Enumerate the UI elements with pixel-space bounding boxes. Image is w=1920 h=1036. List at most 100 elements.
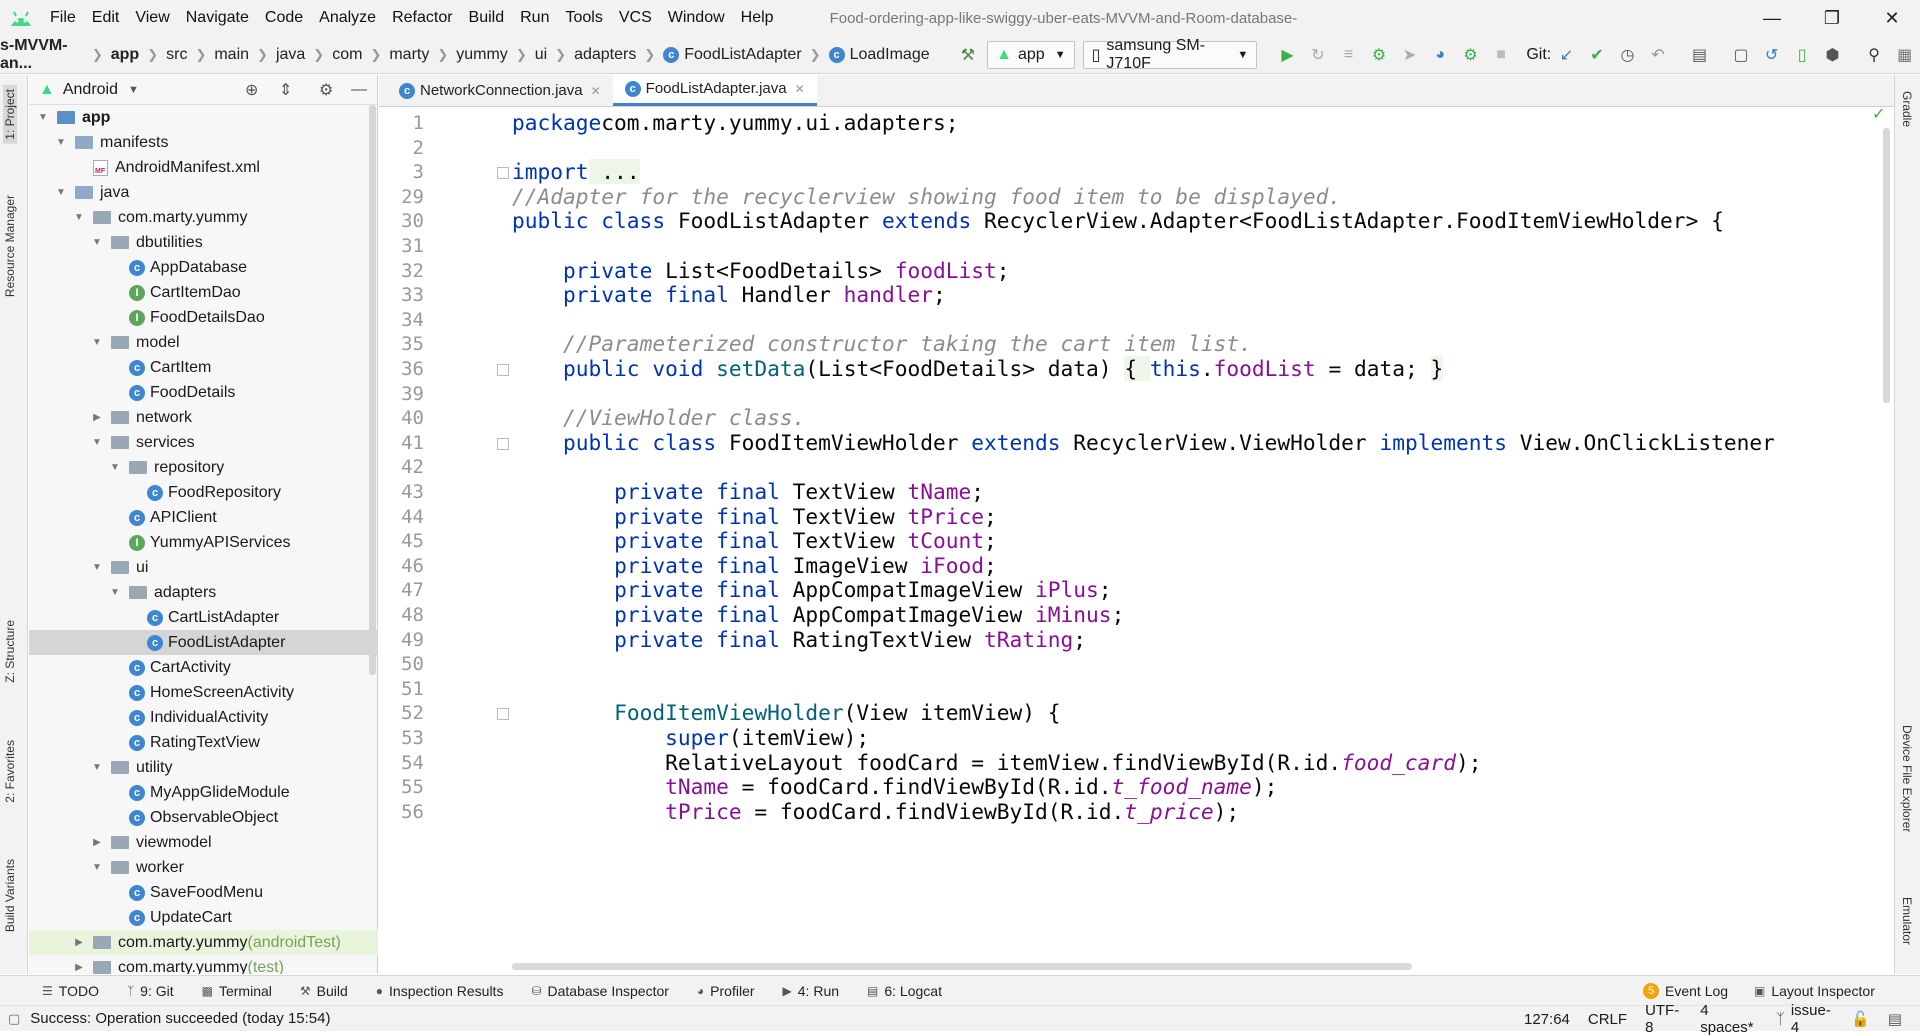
git-history-icon[interactable]: ◷ bbox=[1615, 41, 1640, 69]
breadcrumb-project[interactable]: s-MVVM-an... ❯ bbox=[0, 37, 111, 73]
breadcrumb-ui[interactable]: ui ❯ bbox=[535, 46, 574, 64]
tree-item[interactable]: c CartItem bbox=[29, 355, 378, 380]
collapse-arrow-icon[interactable]: ▶ bbox=[91, 837, 103, 848]
collapse-arrow-icon[interactable]: ▶ bbox=[73, 962, 85, 973]
expand-arrow-icon[interactable]: ▼ bbox=[91, 762, 103, 773]
breadcrumb-com[interactable]: com ❯ bbox=[332, 46, 389, 64]
tool-profiler[interactable]: ◕ Profiler bbox=[697, 983, 755, 999]
menu-run[interactable]: Run bbox=[520, 9, 549, 27]
expand-arrow-icon[interactable]: ▼ bbox=[109, 587, 121, 598]
tree-item[interactable]: c FoodDetails bbox=[29, 380, 378, 405]
expand-arrow-icon[interactable]: ▼ bbox=[37, 112, 49, 123]
tree-item[interactable]: ▶ com.marty.yummy (test) bbox=[29, 955, 378, 974]
breadcrumb-main[interactable]: main ❯ bbox=[214, 46, 276, 64]
tool-logcat[interactable]: ▤ 6: Logcat bbox=[867, 983, 942, 999]
attach-debugger-icon[interactable]: ➤ bbox=[1397, 41, 1422, 69]
minimize-icon[interactable]: — bbox=[1742, 0, 1802, 36]
tree-item[interactable]: ▼ dbutilities bbox=[29, 230, 378, 255]
tree-item[interactable]: ▼ worker bbox=[29, 855, 378, 880]
tree-item[interactable]: ▶ viewmodel bbox=[29, 830, 378, 855]
git-rollback-icon[interactable]: ↶ bbox=[1646, 41, 1671, 69]
tree-item[interactable]: ▼ ui bbox=[29, 555, 378, 580]
tab-emulator[interactable]: Emulator bbox=[1900, 897, 1914, 945]
menu-file[interactable]: File bbox=[50, 9, 76, 27]
breadcrumb-adapters[interactable]: adapters ❯ bbox=[574, 46, 663, 64]
breadcrumb-loadimage[interactable]: c LoadImage bbox=[828, 46, 930, 64]
expand-arrow-icon[interactable]: ▼ bbox=[91, 337, 103, 348]
expand-arrow-icon[interactable]: ▼ bbox=[55, 187, 67, 198]
tool-layout-inspector[interactable]: ▣ Layout Inspector bbox=[1754, 983, 1875, 999]
make-project-hammer-icon[interactable]: ⚒ bbox=[956, 41, 981, 69]
restore-icon[interactable]: ❐ bbox=[1802, 0, 1862, 36]
breadcrumb-yummy[interactable]: yummy ❯ bbox=[456, 46, 534, 64]
expand-arrow-icon[interactable]: ▼ bbox=[91, 237, 103, 248]
tool-event-log[interactable]: 5 Event Log bbox=[1643, 982, 1728, 999]
expand-arrow-icon[interactable]: ▼ bbox=[91, 862, 103, 873]
tab-networkconnection-java[interactable]: c NetworkConnection.java ✕ bbox=[387, 75, 613, 106]
tab-structure[interactable]: Z: Structure bbox=[3, 620, 17, 683]
menu-tools[interactable]: Tools bbox=[565, 9, 602, 27]
tree-item[interactable]: ▼ adapters bbox=[29, 580, 378, 605]
tree-item[interactable]: c IndividualActivity bbox=[29, 705, 378, 730]
memory-indicator-icon[interactable]: ▤ bbox=[1888, 1010, 1902, 1028]
tree-item[interactable]: c CartListAdapter bbox=[29, 605, 378, 630]
breadcrumb-java[interactable]: java ❯ bbox=[276, 46, 332, 64]
project-view-mode-select[interactable]: Android bbox=[63, 81, 118, 99]
tool-inspection-results[interactable]: ● Inspection Results bbox=[376, 983, 504, 999]
breadcrumb-src[interactable]: src ❯ bbox=[166, 46, 214, 64]
tab-resource-manager[interactable]: Resource Manager bbox=[3, 195, 17, 297]
menu-build[interactable]: Build bbox=[469, 9, 505, 27]
sdk-manager-icon[interactable]: ⬢ bbox=[1820, 41, 1845, 69]
close-tab-icon[interactable]: ✕ bbox=[591, 84, 601, 98]
sync-gradle-icon[interactable]: ↺ bbox=[1759, 41, 1784, 69]
tree-item[interactable]: ▼ utility bbox=[29, 755, 378, 780]
expand-arrow-icon[interactable]: ▼ bbox=[73, 212, 85, 223]
expand-arrow-icon[interactable]: ▼ bbox=[91, 437, 103, 448]
tree-item[interactable]: c CartActivity bbox=[29, 655, 378, 680]
status-message[interactable]: Success: Operation succeeded (today 15:5… bbox=[30, 1010, 330, 1027]
tree-item[interactable]: c HomeScreenActivity bbox=[29, 680, 378, 705]
collapse-arrow-icon[interactable]: ▶ bbox=[73, 937, 85, 948]
tab-favorites[interactable]: 2: Favorites bbox=[3, 740, 17, 803]
breadcrumb-app[interactable]: app ❯ bbox=[111, 46, 166, 64]
apply-code-changes-icon[interactable]: ≡ bbox=[1336, 41, 1361, 69]
expand-arrow-icon[interactable]: ▼ bbox=[55, 137, 67, 148]
gear-icon[interactable]: ⚙ bbox=[319, 80, 333, 100]
device-dropdown[interactable]: ▯ samsung SM-J710F ▼ bbox=[1082, 37, 1258, 72]
menu-code[interactable]: Code bbox=[265, 9, 303, 27]
collapse-arrow-icon[interactable]: ▶ bbox=[91, 412, 103, 423]
settings-icon[interactable]: ▦ bbox=[1892, 41, 1917, 69]
tree-item[interactable]: I CartItemDao bbox=[29, 280, 378, 305]
fold-toggle-icon[interactable] bbox=[497, 708, 509, 721]
breadcrumb-marty[interactable]: marty ❯ bbox=[389, 46, 456, 64]
fold-toggle-icon[interactable] bbox=[497, 364, 509, 376]
tree-item[interactable]: c APIClient bbox=[29, 505, 378, 530]
tab-gradle[interactable]: Gradle bbox=[1900, 91, 1914, 127]
project-scrollbar-thumb[interactable] bbox=[369, 105, 376, 675]
device-manager-icon[interactable]: ▯ bbox=[1790, 41, 1815, 69]
search-icon[interactable]: ⚲ bbox=[1862, 41, 1887, 69]
run-config-dropdown[interactable]: ▲ app ▼ bbox=[987, 40, 1075, 69]
tool-database-inspector[interactable]: ⛁ Database Inspector bbox=[531, 983, 668, 999]
debug-icon[interactable]: ⚙ bbox=[1367, 41, 1392, 69]
chevron-down-icon[interactable]: ▼ bbox=[128, 84, 139, 96]
tree-item[interactable]: ▼ com.marty.yummy bbox=[29, 205, 378, 230]
menu-view[interactable]: View bbox=[135, 9, 169, 27]
tool-terminal[interactable]: ▩ Terminal bbox=[202, 983, 272, 999]
tree-item[interactable]: c ObservableObject bbox=[29, 805, 378, 830]
tree-item[interactable]: ▼ app bbox=[29, 105, 378, 130]
collapse-all-icon[interactable]: ⇕ bbox=[279, 80, 292, 100]
hide-panel-icon[interactable]: — bbox=[351, 81, 367, 99]
editor-scrollbar-thumb[interactable] bbox=[1883, 128, 1890, 403]
tool-run[interactable]: ▶ 4: Run bbox=[783, 983, 839, 999]
menu-vcs[interactable]: VCS bbox=[619, 9, 652, 27]
tree-item[interactable]: c FoodRepository bbox=[29, 480, 378, 505]
tree-item[interactable]: ▼ java bbox=[29, 180, 378, 205]
code-editor[interactable]: packagecom.marty.yummy.ui.adapters; impor… bbox=[512, 108, 1886, 974]
line-separator[interactable]: CRLF bbox=[1588, 1011, 1627, 1028]
menu-analyze[interactable]: Analyze bbox=[319, 9, 376, 27]
tree-item[interactable]: ▼ services bbox=[29, 430, 378, 455]
tab-foodlistadapter-java[interactable]: c FoodListAdapter.java ✕ bbox=[612, 74, 817, 106]
run-tests-icon[interactable]: ⚙ bbox=[1458, 41, 1483, 69]
tree-item[interactable]: MF AndroidManifest.xml bbox=[29, 155, 378, 180]
